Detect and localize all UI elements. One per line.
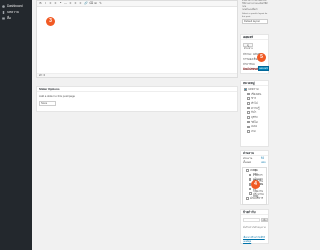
checkbox-icon[interactable]: [247, 92, 250, 96]
sidebar-item-label: Dashboard: [7, 4, 23, 8]
publish-button[interactable]: เผยแพร่: [258, 66, 269, 71]
link-icon[interactable]: 🔗: [84, 2, 88, 5]
toolbar-toggle-icon[interactable]: ⊞: [94, 2, 97, 5]
step-badge-5: 5: [257, 53, 266, 62]
checkbox-icon[interactable]: [247, 111, 250, 115]
section-title: ส่วนงาน: [241, 151, 268, 156]
checkbox-icon[interactable]: [247, 125, 250, 129]
editor-toolbar: B I ≡ ≡ ❝ — ≡ ≡ ≡ 🔗 ⌫ ⊞ ✎: [37, 1, 237, 7]
tab-most-used[interactable]: ใช้บ่อย: [261, 157, 268, 165]
main-content: B I ≡ ≡ ❝ — ≡ ≡ ≡ 🔗 ⌫ ⊞ ✎ 3 คำ: 0 ตัวอย่…: [32, 0, 270, 250]
section-box: ส่วนงาน ส่วนงานทั้งหมด ใช้บ่อย หน่วย กลุ…: [240, 150, 269, 205]
bullet-list-icon[interactable]: ≡: [49, 2, 52, 5]
categories-box: หมวดหมู่ บทความ เรื่องเด่น ข่าว ทั่วไป ค…: [240, 80, 269, 147]
checkbox-icon[interactable]: [249, 173, 252, 177]
layout-select[interactable]: Default layout: [242, 19, 268, 24]
editor-statusbar: คำ: 0: [37, 73, 237, 77]
section-item[interactable]: ฝ่ายบริหาร: [243, 196, 266, 201]
bold-icon[interactable]: B: [39, 2, 42, 5]
slider-options-box: Slider Options Add a slider to this post…: [36, 86, 238, 112]
checkbox-icon[interactable]: [247, 120, 250, 124]
numbered-list-icon[interactable]: ≡: [54, 2, 57, 5]
slider-select[interactable]: None: [39, 101, 56, 106]
section-tabs: ส่วนงานทั้งหมด ใช้บ่อย: [241, 157, 268, 165]
tag-input[interactable]: [243, 218, 260, 222]
checkbox-icon[interactable]: [249, 187, 252, 191]
align-center-icon[interactable]: ≡: [74, 2, 77, 5]
checkbox-icon[interactable]: [246, 197, 249, 200]
checkbox-icon[interactable]: [246, 169, 249, 172]
categories-title: หมวดหมู่: [241, 81, 268, 86]
dashboard-icon: [2, 4, 5, 8]
align-right-icon[interactable]: ≡: [79, 2, 82, 5]
blockquote-icon[interactable]: ❝: [59, 2, 62, 5]
help-line: ก่อนที่จะลงมือทำ: [242, 9, 258, 11]
checkbox-icon[interactable]: [247, 97, 250, 101]
sidebar-item-media[interactable]: สื่อ: [0, 15, 32, 21]
italic-icon[interactable]: I: [44, 2, 47, 5]
publish-title: เผยแพร่: [241, 35, 268, 40]
category-list: บทความ เรื่องเด่น ข่าว ทั่วไป ความรู้ กี…: [241, 87, 268, 134]
post-editor[interactable]: B I ≡ ≡ ❝ — ≡ ≡ ≡ 🔗 ⌫ ⊞ ✎ 3 คำ: 0: [36, 0, 238, 78]
sidebar-item-label: บทความ: [7, 9, 19, 14]
checkbox-icon[interactable]: [247, 102, 250, 105]
align-left-icon[interactable]: ≡: [69, 2, 72, 5]
checkbox-icon[interactable]: [247, 116, 250, 119]
slider-options-title: Slider Options: [37, 87, 237, 92]
preview-button[interactable]: ดูตัวอย่าง: [243, 43, 253, 50]
tab-all-sections[interactable]: ส่วนงานทั้งหมด: [243, 157, 259, 165]
layout-help: ตัวอย่างการใช้งานต่อไปนี้ ให้ท่านอ่านราย…: [242, 0, 269, 19]
checkbox-icon[interactable]: [247, 106, 250, 110]
checkbox-icon[interactable]: [249, 192, 252, 196]
tags-title: ป้ายกำกับ: [241, 210, 268, 215]
pin-icon: [2, 10, 5, 14]
media-icon: [2, 17, 5, 20]
checkbox-icon[interactable]: [247, 130, 250, 133]
step-badge-4: 4: [251, 180, 260, 189]
most-used-tags-link[interactable]: เลือกจากป้ายกำกับที่ใช้บ่อยที่สุด: [241, 235, 268, 243]
tags-box: ป้ายกำกับ เพิ่ม คั่นป้ายกำกับด้วยจุลภาค …: [240, 209, 269, 244]
checkbox-checked-icon[interactable]: [244, 88, 247, 91]
edit-icon[interactable]: ✎: [99, 2, 102, 5]
add-tag-button[interactable]: เพิ่ม: [261, 218, 268, 222]
tags-hint: คั่นป้ายกำกับด้วยจุลภาค: [243, 227, 266, 229]
category-item[interactable]: เกม: [241, 129, 268, 134]
horizontal-line-icon[interactable]: —: [64, 2, 67, 5]
sidebar-item-label: สื่อ: [7, 15, 11, 20]
slider-options-label: Add a slider to this post/page: [39, 94, 76, 98]
admin-sidebar: Dashboard บทความ สื่อ: [0, 0, 32, 250]
trash-link[interactable]: ย้ายไปถังขยะ: [241, 67, 259, 72]
unlink-icon[interactable]: ⌫: [89, 2, 93, 5]
step-badge-3: 3: [46, 17, 55, 26]
checkbox-icon[interactable]: [249, 178, 252, 182]
